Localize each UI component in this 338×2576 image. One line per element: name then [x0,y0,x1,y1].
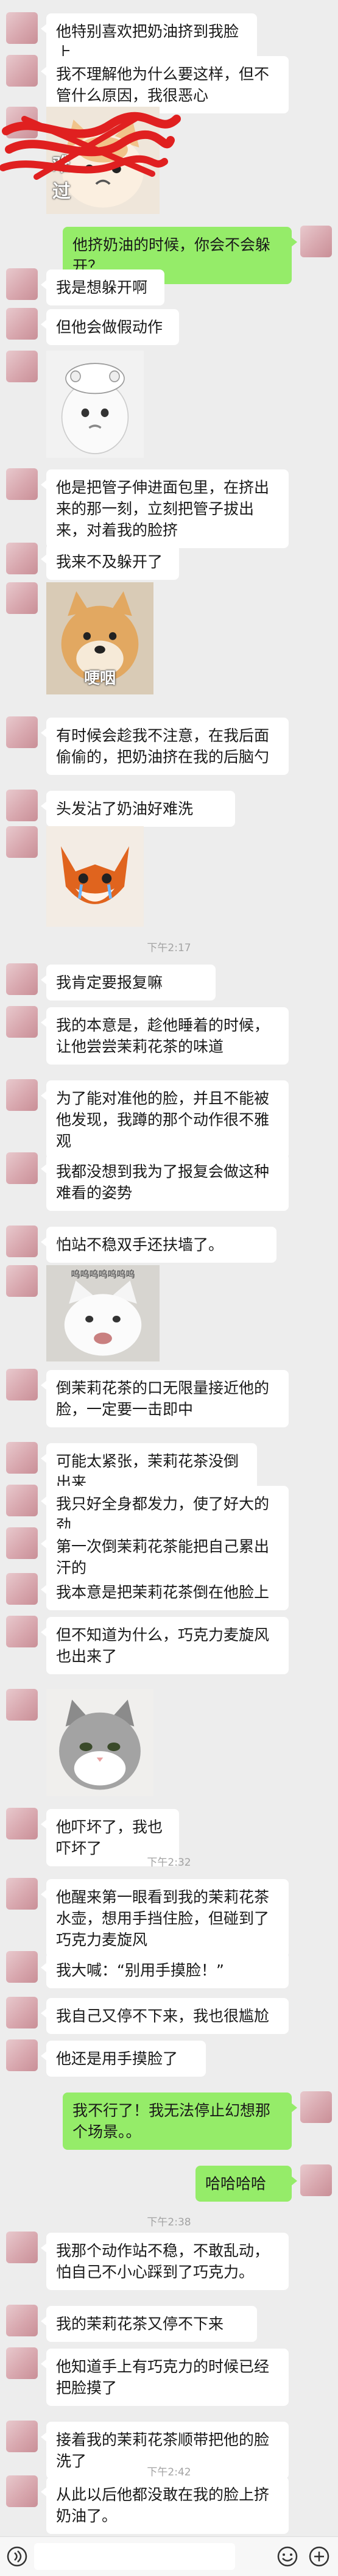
message-bubble[interactable]: 为了能对准他的脸，并且不能被他发现，我蹲的那个动作很不雅观 [41,1080,289,1159]
self-avatar[interactable] [300,2091,332,2123]
message-bubble[interactable]: 但他会做假动作 [41,309,179,345]
message-bubble[interactable]: 但不知道为什么，巧克力麦旋风也出来了 [41,1617,289,1674]
contact-avatar[interactable] [6,1689,38,1721]
message-bubble[interactable]: 我本意是把茉莉花茶倒在他脸上 [41,1574,289,1610]
message-bubble[interactable]: 头发沾了奶油好难洗 [41,791,235,827]
contact-avatar[interactable] [6,826,38,858]
contact-avatar[interactable] [6,716,38,748]
message-bubble[interactable]: 我那个动作站不稳，不敢乱动，怕自己不小心踩到了巧克力。 [41,2233,289,2290]
timestamp: 下午2:38 [147,2216,191,2228]
contact-avatar[interactable] [6,1079,38,1111]
sticker-image-fox[interactable] [46,826,144,927]
sticker-image-shiba[interactable]: 哽咽 [46,582,153,694]
message-bubble[interactable]: 从此以后他都没敢在我的脸上挤奶油了。 [41,2477,289,2534]
contact-avatar[interactable] [6,1878,38,1910]
message-bubble[interactable]: 我大喊：“别用手摸脸！” [41,1952,289,1988]
contact-avatar[interactable] [6,1997,38,2028]
contact-avatar[interactable] [6,582,38,614]
contact-avatar[interactable] [6,1573,38,1605]
contact-avatar[interactable] [6,1527,38,1559]
sticker-caption: 呜呜呜呜呜呜呜 [71,1269,135,1280]
contact-avatar[interactable] [6,2039,38,2071]
contact-avatar[interactable] [6,1265,38,1297]
message-bubble[interactable]: 有时候会趁我不注意，在我后面偷偷的，把奶油挤在我的后脑勺 [41,718,289,775]
contact-avatar[interactable] [6,2347,38,2379]
contact-avatar[interactable] [6,1226,38,1257]
message-input[interactable] [34,2543,235,2570]
message-bubble[interactable]: 我来不及躲开了 [41,544,179,580]
contact-avatar[interactable] [6,1616,38,1647]
sticker-image-cat-white[interactable]: 呜呜呜呜呜呜呜 [46,1265,160,1361]
message-bubble[interactable]: 我不行了！我无法停止幻想那个场景。。 [63,2093,297,2150]
input-toolbar [0,2536,338,2576]
message-bubble[interactable]: 我的本意是，趁他睡着的时候，让他尝尝茉莉花茶的味道 [41,1007,289,1065]
contact-avatar[interactable] [6,543,38,574]
contact-avatar[interactable] [6,268,38,300]
contact-avatar[interactable] [6,2475,38,2507]
timestamp: 下午2:32 [147,1857,191,1869]
sticker-image-cat-hat[interactable] [46,351,144,458]
message-bubble[interactable]: 他还是用手摸脸了 [41,2041,206,2077]
message-bubble[interactable]: 怕站不稳双手还扶墙了。 [41,1227,276,1263]
contact-avatar[interactable] [6,1951,38,1983]
self-avatar[interactable] [300,2164,332,2196]
plus-icon[interactable] [308,2546,330,2567]
contact-avatar[interactable] [6,55,38,87]
message-bubble[interactable]: 他知道手上有巧克力的时候已经把脸摸了 [41,2349,289,2406]
contact-avatar[interactable] [6,308,38,340]
message-bubble[interactable]: 倒茉莉花茶的口无限量接近他的脸，一定要一击即中 [41,1370,289,1427]
message-bubble[interactable]: 他醒来第一眼看到我的茉莉花茶水壶，想用手挡住脸，但碰到了巧克力麦旋风 [41,1879,289,1958]
emoji-icon[interactable] [276,2546,298,2567]
timestamp: 下午2:42 [147,2466,191,2478]
contact-avatar[interactable] [6,1369,38,1400]
message-bubble[interactable]: 我都没想到我为了报复会做这种难看的姿势 [41,1154,289,1211]
contact-avatar[interactable] [6,1006,38,1038]
contact-avatar[interactable] [6,2305,38,2336]
contact-avatar[interactable] [6,790,38,821]
message-bubble[interactable]: 我不理解他为什么要这样，但不管什么原因，我很恶心 [41,56,289,113]
self-avatar[interactable] [300,226,332,257]
message-bubble[interactable]: 我自己又停不下来，我也很尴尬 [41,1998,289,2034]
message-bubble[interactable]: 我的茉莉花茶又停不下来 [41,2306,257,2342]
contact-avatar[interactable] [6,1485,38,1516]
contact-avatar[interactable] [6,351,38,382]
message-bubble[interactable]: 哈哈哈哈 [195,2166,297,2202]
sticker-caption: 哽咽 [83,669,116,688]
contact-avatar[interactable] [6,963,38,995]
red-scribble-redaction [0,112,181,180]
message-bubble[interactable]: 我是想躲开啊 [41,269,164,305]
message-bubble[interactable]: 他是把管子伸进面包里，在挤出来的那一刻，立刻把管子拔出来，对着我的脸挤 [41,469,289,548]
sticker-image-cat-grey[interactable] [46,1689,153,1796]
message-bubble[interactable]: 我肯定要报复嘛 [41,965,216,1001]
contact-avatar[interactable] [6,1442,38,1474]
voice-icon[interactable] [6,2546,28,2567]
contact-avatar[interactable] [6,1808,38,1839]
contact-avatar[interactable] [6,2232,38,2263]
contact-avatar[interactable] [6,1152,38,1184]
timestamp: 下午2:17 [147,942,191,954]
contact-avatar[interactable] [6,2421,38,2452]
contact-avatar[interactable] [6,12,38,44]
contact-avatar[interactable] [6,468,38,500]
